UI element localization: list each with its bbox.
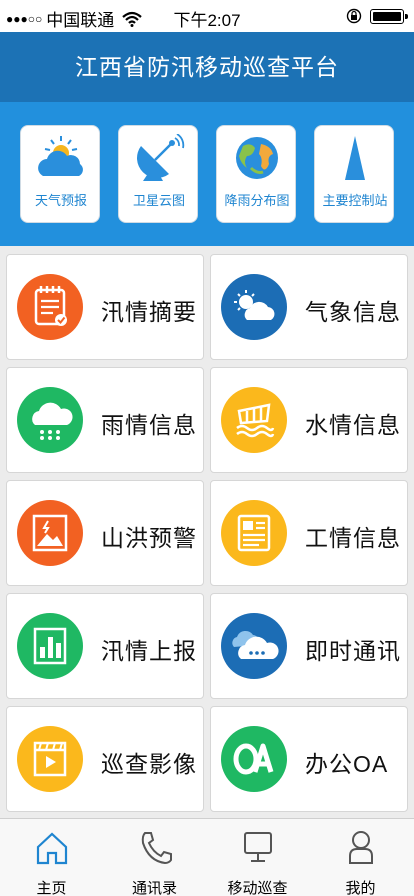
notepad-icon <box>34 286 67 326</box>
tile-inspection-images-label: 巡查影像 <box>101 751 197 777</box>
tile-mountain-flood-label: 山洪预警 <box>101 525 197 551</box>
quick-satellite-cloud[interactable]: 卫星云图 <box>118 125 198 223</box>
tab-contacts[interactable]: 通讯录 <box>103 819 206 896</box>
satellite-dish-icon <box>137 134 185 181</box>
tile-project-info[interactable]: 工情信息 <box>210 480 408 586</box>
quick-satellite-label: 卫星云图 <box>132 193 185 208</box>
tile-flood-report-badge <box>17 613 83 679</box>
tile-instant-messaging-label: 即时通讯 <box>305 638 401 664</box>
tab-home[interactable]: 主页 <box>0 819 103 896</box>
video-clip-icon <box>33 741 67 777</box>
tile-mountain-flood-warning[interactable]: 山洪预警 <box>6 480 204 586</box>
tile-office-oa[interactable]: 办公OA <box>210 706 408 812</box>
tile-inspection-images-badge <box>17 726 83 792</box>
tile-flood-report[interactable]: 汛情上报 <box>6 593 204 699</box>
tile-flood-summary[interactable]: 汛情摘要 <box>6 254 204 360</box>
oa-logo-icon <box>233 743 274 775</box>
quick-weather-label: 天气预报 <box>34 193 87 208</box>
rotation-lock-icon <box>346 8 362 24</box>
tile-weather-info-label: 气象信息 <box>305 299 401 325</box>
tile-rain-info[interactable]: 雨情信息 <box>6 367 204 473</box>
landscape-picture-icon <box>32 514 68 552</box>
monitor-icon <box>244 832 272 862</box>
tile-weather-info-badge <box>221 274 287 340</box>
tile-rain-info-label: 雨情信息 <box>101 412 197 438</box>
globe-icon <box>236 137 278 179</box>
triangle-marker-icon <box>345 136 365 180</box>
home-icon <box>36 832 68 865</box>
tile-inspection-images[interactable]: 巡查影像 <box>6 706 204 812</box>
tile-flood-report-label: 汛情上报 <box>101 638 197 664</box>
water-level-icon <box>236 403 275 438</box>
weather-cloud-icon <box>38 136 83 176</box>
tile-instant-messaging[interactable]: 即时通讯 <box>210 593 408 699</box>
tile-office-oa-label: 办公OA <box>305 751 389 777</box>
sun-cloud-icon <box>234 290 275 320</box>
tile-mountain-flood-badge <box>17 500 83 566</box>
quick-tools-band: 天气预报 卫星云图 降雨分布图 主要控制站 <box>0 102 414 246</box>
chat-cloud-icon <box>232 630 279 659</box>
battery-icon <box>370 9 408 24</box>
person-icon <box>349 831 373 864</box>
quick-rainfall-label: 降雨分布图 <box>224 193 290 208</box>
rain-cloud-icon <box>32 402 73 440</box>
tab-home-label: 主页 <box>36 880 67 896</box>
tile-weather-info[interactable]: 气象信息 <box>210 254 408 360</box>
tile-project-info-label: 工情信息 <box>305 525 401 551</box>
tile-rain-info-badge <box>17 387 83 453</box>
phone-icon <box>141 832 172 865</box>
bottom-tab-bar: 主页 通讯录 移动巡查 我的 <box>0 818 414 896</box>
tab-mobile-patrol[interactable]: 移动巡查 <box>206 819 309 896</box>
page-title: 江西省防汛移动巡查平台 <box>0 32 414 102</box>
tab-mine[interactable]: 我的 <box>309 819 412 896</box>
quick-stations-label: 主要控制站 <box>322 193 388 208</box>
tile-flood-summary-label: 汛情摘要 <box>101 299 197 325</box>
quick-weather-forecast[interactable]: 天气预报 <box>20 125 100 223</box>
tab-mobile-patrol-label: 移动巡查 <box>227 880 288 896</box>
quick-rainfall-map[interactable]: 降雨分布图 <box>216 125 296 223</box>
tile-instant-messaging-badge <box>221 613 287 679</box>
status-bar: ●●●○○ 中国联通 下午2:07 <box>0 0 414 32</box>
tile-project-info-badge <box>221 500 287 566</box>
bar-chart-icon <box>33 627 67 665</box>
tab-mine-label: 我的 <box>345 880 376 896</box>
tile-water-info-label: 水情信息 <box>305 412 401 438</box>
tab-contacts-label: 通讯录 <box>131 880 177 896</box>
tile-flood-summary-badge <box>17 274 83 340</box>
tile-water-info-badge <box>221 387 287 453</box>
quick-control-stations[interactable]: 主要控制站 <box>314 125 394 223</box>
tile-water-info[interactable]: 水情信息 <box>210 367 408 473</box>
document-icon <box>237 514 271 552</box>
tile-office-oa-badge <box>221 726 287 792</box>
